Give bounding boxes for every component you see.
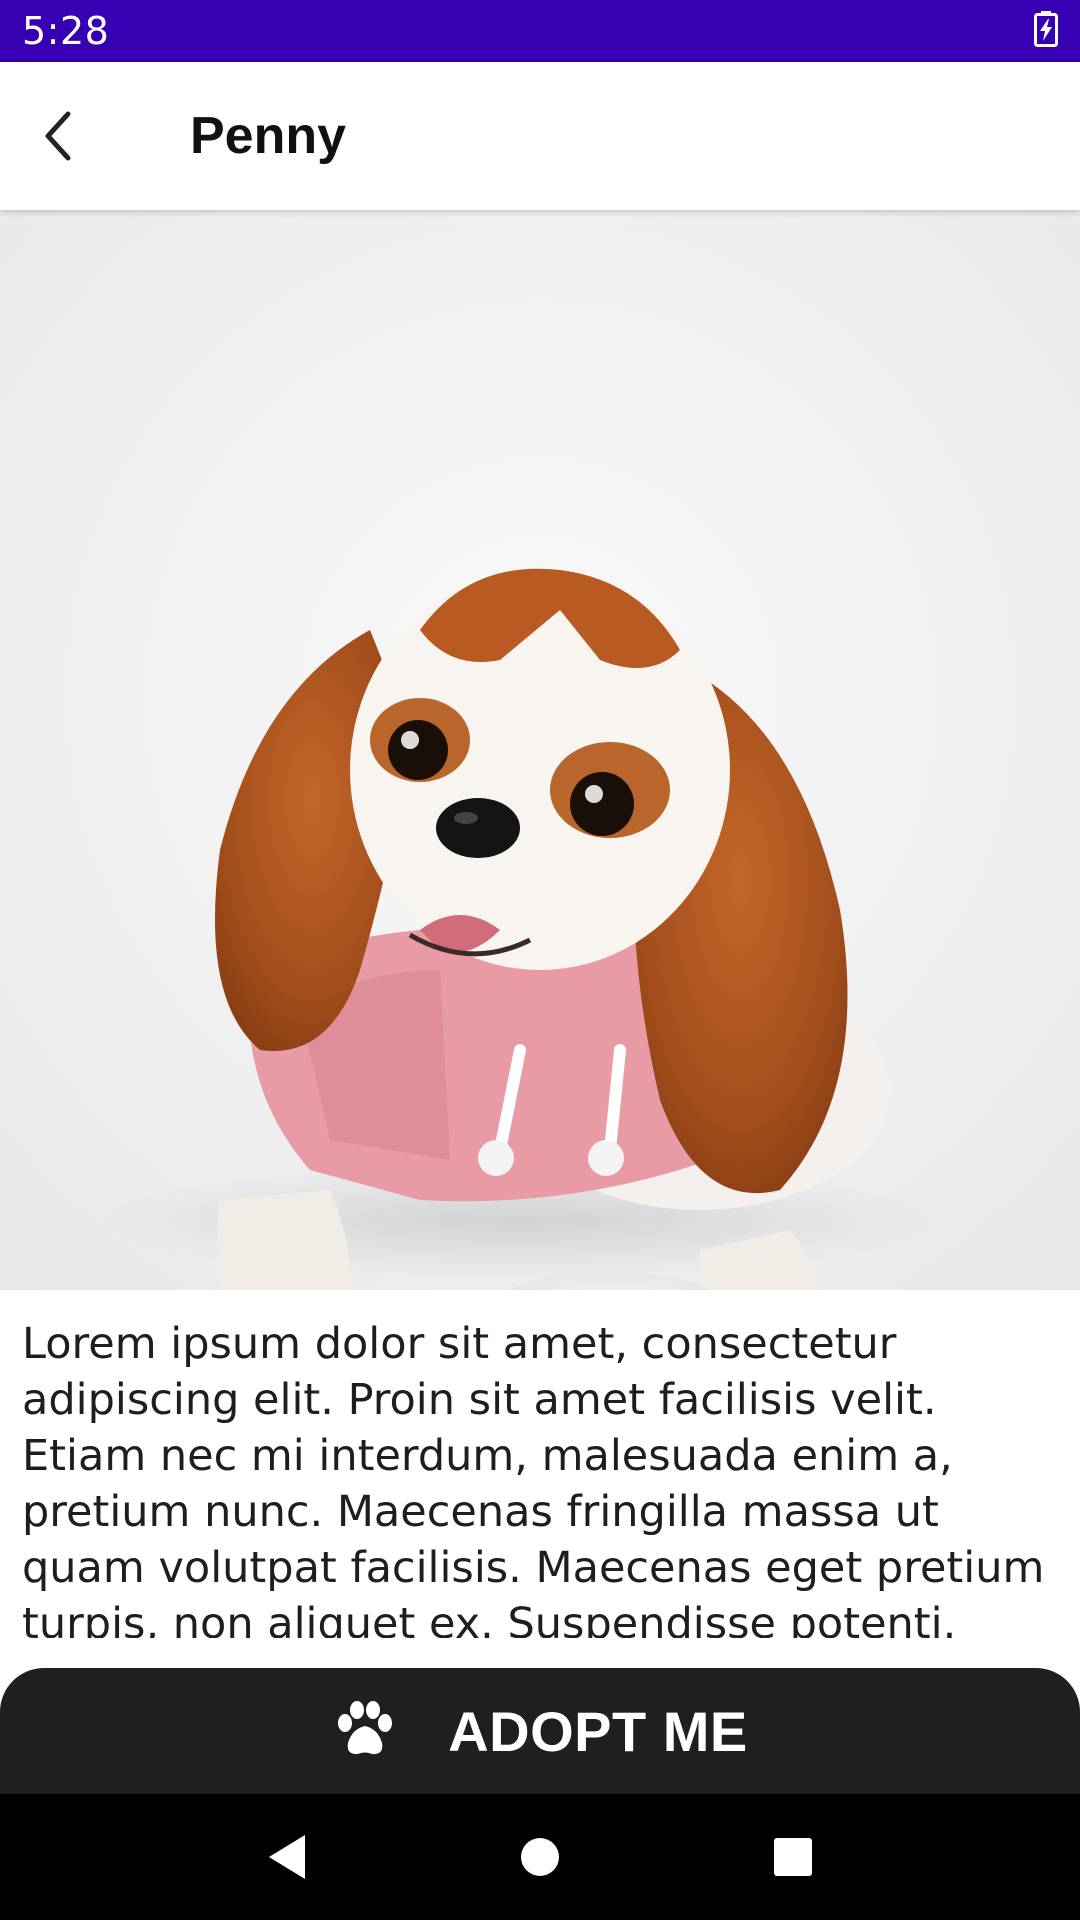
app-bar: Penny: [0, 62, 1080, 210]
status-icons: [1034, 10, 1058, 52]
back-button[interactable]: [20, 96, 100, 176]
recents-square-icon: [774, 1838, 813, 1876]
status-time: 5:28: [22, 9, 110, 53]
screen: 5:28 Penny Lorem ipsum dolor sit amet, c…: [0, 0, 1080, 1920]
nav-home-button[interactable]: [495, 1812, 585, 1902]
system-nav-bar: [0, 1794, 1080, 1920]
adopt-me-button[interactable]: ADOPT ME: [0, 1668, 1080, 1794]
nav-recents-button[interactable]: [748, 1812, 838, 1902]
home-circle-icon: [520, 1838, 559, 1876]
page-title: Penny: [190, 107, 347, 165]
pet-photo: [0, 210, 1080, 1290]
status-bar: 5:28: [0, 0, 1080, 62]
back-triangle-icon: [268, 1835, 305, 1879]
adopt-button-label: ADOPT ME: [448, 1699, 748, 1763]
paw-icon: [332, 1699, 398, 1764]
pet-description: Lorem ipsum dolor sit amet, consectetur …: [22, 1319, 1045, 1638]
battery-charging-icon: [1034, 10, 1058, 52]
adopt-button-content: ADOPT ME: [332, 1699, 748, 1764]
back-arrow-icon: [45, 111, 71, 161]
nav-back-button[interactable]: [242, 1812, 332, 1902]
